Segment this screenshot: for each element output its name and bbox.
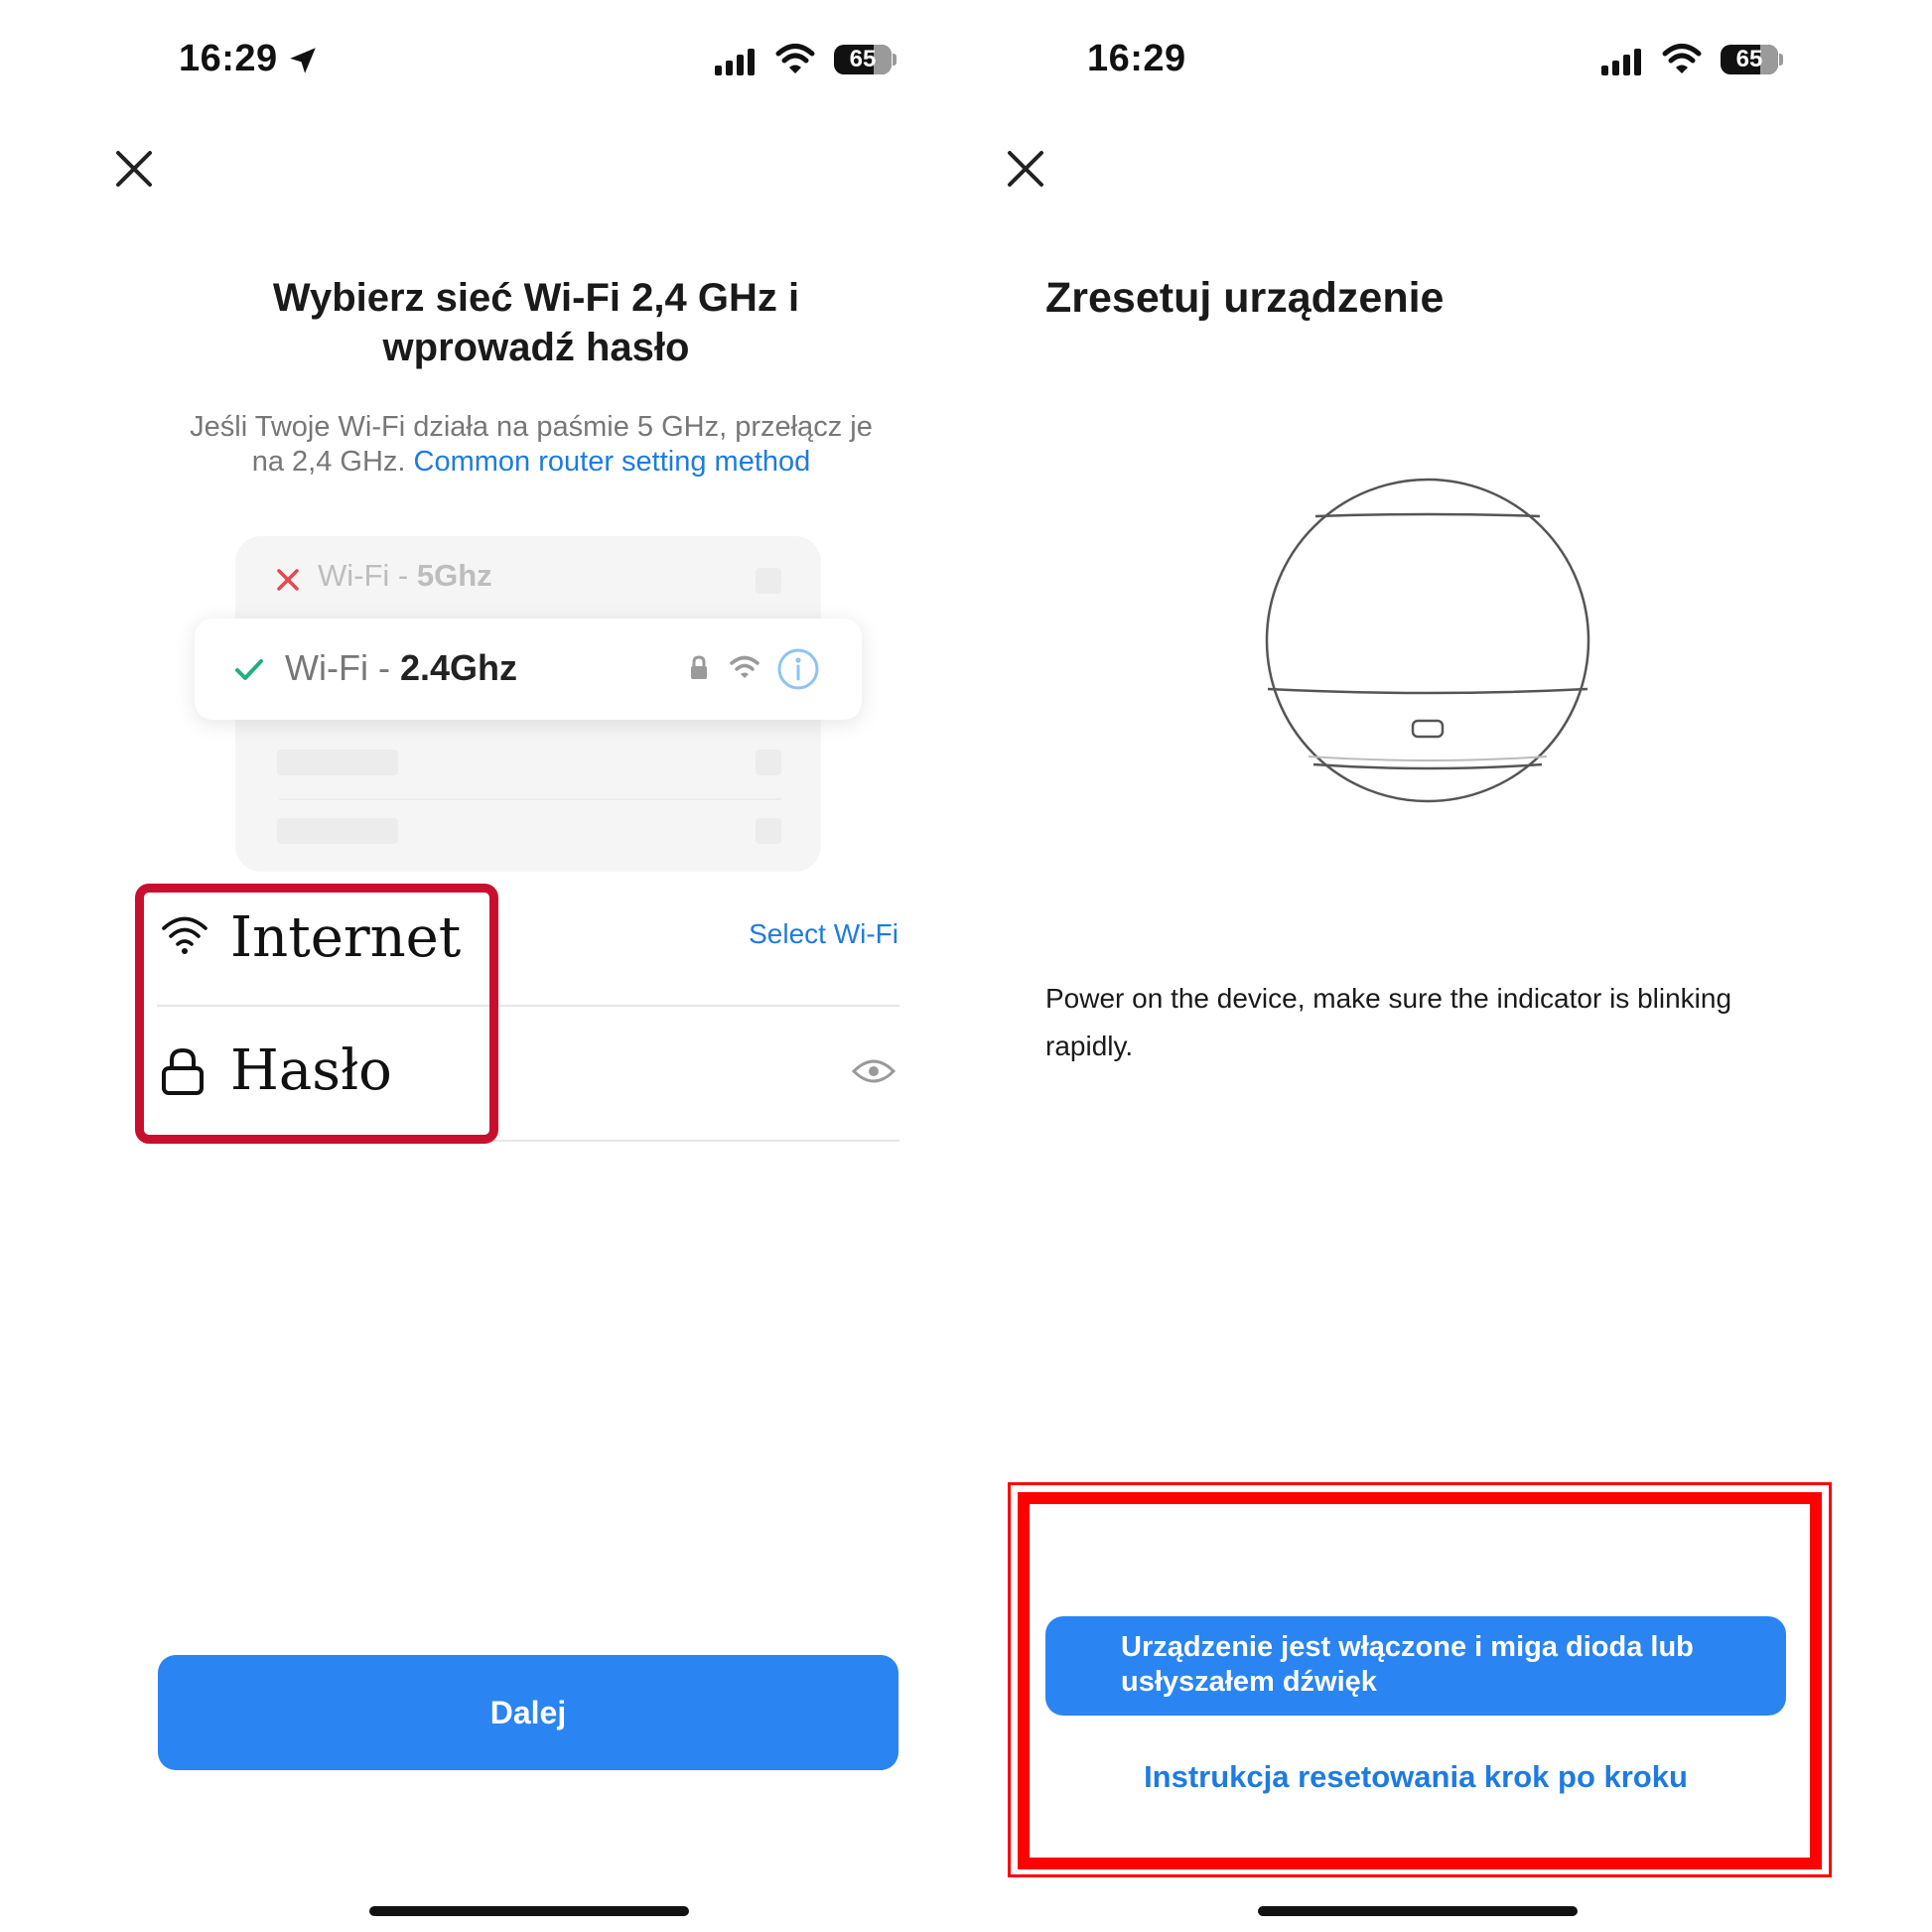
device-ready-button-line-1: Urządzenie jest włączone i miga dioda lu… <box>1121 1631 1694 1663</box>
battery-icon: 65 <box>834 45 892 74</box>
right-screen: 16:29 65 Zresetuj urządzenie Power on th… <box>966 0 1932 1932</box>
eye-icon[interactable] <box>852 1056 896 1086</box>
select-wifi-link[interactable]: Select Wi-Fi <box>715 918 898 950</box>
wifi-5ghz-row: Wi-Fi - 5Ghz <box>318 558 492 594</box>
placeholder-checkbox <box>756 568 781 594</box>
battery-icon: 65 <box>1721 45 1778 74</box>
wifi-5ghz-band: 5Ghz <box>416 558 492 593</box>
battery-tip <box>893 54 897 66</box>
description-line-2-text: na 2,4 GHz. <box>251 446 406 478</box>
placeholder-checkbox <box>756 750 781 775</box>
close-icon[interactable] <box>114 149 154 189</box>
instruction-line-1: Power on the device, make sure the indic… <box>1045 983 1732 1014</box>
wifi-small-icon <box>730 655 759 678</box>
page-title-line-2: wprowadź hasło <box>382 326 690 369</box>
router-setting-link[interactable]: Common router setting method <box>414 446 811 478</box>
close-icon[interactable] <box>1006 149 1045 189</box>
highlight-box <box>135 884 498 1144</box>
wifi-24ghz-prefix: Wi-Fi - <box>285 647 390 688</box>
device-ready-button-line-2: usłyszałem dźwięk <box>1121 1666 1377 1698</box>
info-icon <box>777 648 819 690</box>
placeholder-line <box>277 818 398 844</box>
cross-icon <box>277 569 299 591</box>
next-button-label: Dalej <box>489 1694 567 1730</box>
description-line-2: na 2,4 GHz. Common router setting method <box>119 445 943 480</box>
wifi-status-icon <box>775 44 815 73</box>
battery-tip <box>1779 54 1783 66</box>
home-indicator <box>369 1906 689 1916</box>
next-button[interactable]: Dalej <box>158 1655 898 1770</box>
left-screen: 16:29 65 Wybierz sieć Wi-Fi 2,4 GHz i wp… <box>0 0 966 1932</box>
status-time: 16:29 <box>179 38 278 79</box>
placeholder-line <box>277 750 398 775</box>
cellular-signal-icon <box>715 46 760 75</box>
location-arrow-icon <box>290 48 316 73</box>
device-ready-button[interactable]: Urządzenie jest włączone i miga dioda lu… <box>1045 1616 1786 1716</box>
home-indicator <box>1258 1906 1578 1916</box>
check-icon <box>235 659 263 680</box>
page-title: Zresetuj urządzenie <box>1045 274 1445 322</box>
placeholder-checkbox <box>756 818 781 844</box>
page-description: Jeśli Twoje Wi-Fi działa na paśmie 5 GHz… <box>119 410 943 480</box>
instruction-line-2: rapidly. <box>1045 1031 1134 1061</box>
wifi-24ghz-band: 2.4Ghz <box>399 647 518 688</box>
page-title-line-1: Wybierz sieć Wi-Fi 2,4 GHz i <box>272 276 800 320</box>
instruction-text: Power on the device, make sure the indic… <box>1045 975 1860 1070</box>
divider <box>279 798 781 800</box>
device-illustration <box>1265 478 1590 803</box>
lock-small-icon <box>691 655 707 679</box>
wifi-24ghz-label: Wi-Fi - 2.4Ghz <box>285 647 517 689</box>
wifi-5ghz-prefix: Wi-Fi - <box>318 558 409 593</box>
reset-instructions-link[interactable]: Instrukcja resetowania krok po kroku <box>1045 1759 1786 1795</box>
status-time: 16:29 <box>1087 38 1186 79</box>
cellular-signal-icon <box>1601 46 1647 75</box>
page-title: Wybierz sieć Wi-Fi 2,4 GHz i wprowadź ha… <box>139 273 933 372</box>
description-line-1: Jeśli Twoje Wi-Fi działa na paśmie 5 GHz… <box>190 411 873 443</box>
wifi-status-icon <box>1662 44 1702 73</box>
